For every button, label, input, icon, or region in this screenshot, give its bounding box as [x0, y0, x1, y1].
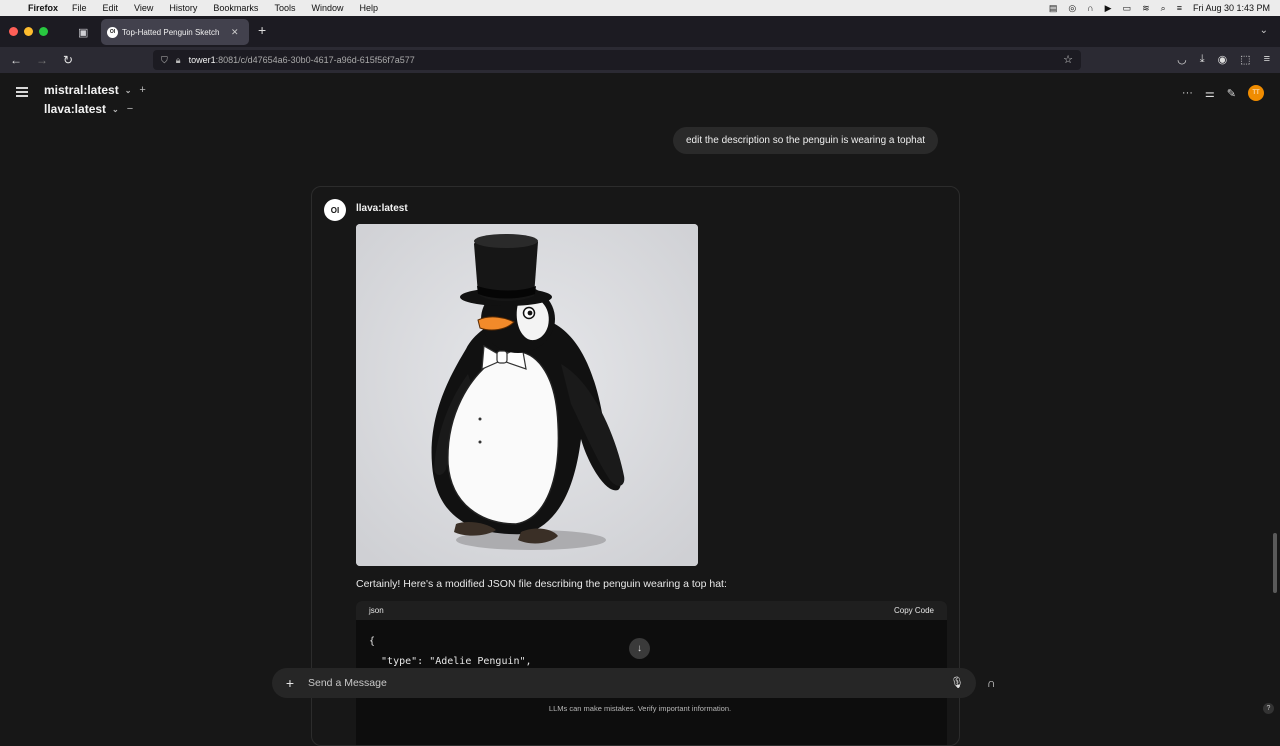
play-status-icon[interactable]: ▶ — [1105, 3, 1112, 14]
controls-sliders-icon[interactable]: ⚌ — [1205, 87, 1215, 100]
account-icon[interactable]: ◉ — [1218, 53, 1228, 66]
sidebar-status-icon[interactable]: ▤ — [1049, 3, 1058, 14]
lock-icon[interactable]: 🔒︎ — [176, 55, 181, 66]
assistant-response-card: OI llava:latest Certainly! Here's a modi… — [311, 186, 960, 746]
control-center-icon[interactable]: ≡ — [1177, 3, 1182, 13]
menu-file[interactable]: File — [72, 3, 87, 13]
menu-bookmarks[interactable]: Bookmarks — [213, 3, 258, 13]
spotlight-search-icon[interactable]: ⌕ — [1161, 3, 1166, 14]
more-options-icon[interactable]: ··· — [1182, 87, 1193, 99]
model-selector-primary[interactable]: mistral:latest ⌄ + — [44, 83, 146, 97]
copy-code-button[interactable]: Copy Code — [894, 606, 934, 615]
model-name-secondary[interactable]: llava:latest — [44, 102, 106, 116]
menubar-datetime[interactable]: Fri Aug 30 1:43 PM — [1193, 3, 1270, 13]
help-button[interactable]: ? — [1263, 703, 1274, 714]
menu-help[interactable]: Help — [359, 3, 378, 13]
remove-model-button[interactable]: − — [127, 103, 133, 115]
add-model-button[interactable]: + — [139, 84, 145, 96]
new-chat-icon[interactable]: ✎ — [1227, 87, 1236, 100]
macos-menu-bar: Firefox File Edit View History Bookmarks… — [0, 0, 1280, 16]
favicon: OI — [107, 26, 118, 38]
back-icon[interactable]: ← — [5, 53, 27, 67]
assistant-avatar: OI — [324, 199, 346, 221]
user-message-text: edit the description so the penguin is w… — [686, 135, 926, 146]
chat-app: mistral:latest ⌄ + llava:latest ⌄ − ··· … — [0, 73, 1280, 746]
assistant-response-text: Certainly! Here's a modified JSON file d… — [356, 578, 727, 590]
window-controls — [9, 27, 48, 36]
url-bar[interactable]: ⛉ 🔒︎ tower1 :8081/c/d47654a6-30b0-4617-a… — [153, 50, 1081, 70]
forward-icon[interactable]: → — [31, 53, 53, 67]
message-composer: + 🎙︎ — [272, 668, 976, 698]
headphones-status-icon[interactable]: ∩ — [1087, 3, 1093, 13]
chevron-down-icon[interactable]: ⌄ — [112, 105, 119, 114]
close-window-button[interactable] — [9, 27, 18, 36]
pocket-icon[interactable]: ◡ — [1177, 53, 1187, 66]
reload-icon[interactable]: ↻ — [57, 53, 79, 67]
close-tab-icon[interactable]: ✕ — [231, 27, 239, 38]
wifi-icon[interactable]: ≋ — [1142, 3, 1150, 14]
url-host: tower1 — [188, 55, 216, 65]
user-message-bubble: edit the description so the penguin is w… — [673, 127, 939, 154]
menu-edit[interactable]: Edit — [103, 3, 119, 13]
app-menu-icon[interactable]: ≡ — [1264, 53, 1270, 66]
assistant-model-name: llava:latest — [356, 203, 408, 214]
browser-nav-bar: ← → ↻ ⛉ 🔒︎ tower1 :8081/c/d47654a6-30b0-… — [0, 47, 1280, 73]
password-status-icon[interactable]: ◎ — [1068, 3, 1076, 14]
battery-icon[interactable]: ▭ — [1123, 3, 1132, 14]
menu-view[interactable]: View — [134, 3, 153, 13]
chevron-down-icon[interactable]: ⌄ — [125, 86, 132, 95]
model-name-primary[interactable]: mistral:latest — [44, 83, 119, 97]
voice-call-headphones-icon[interactable]: ∩ — [987, 676, 996, 690]
tab-title: Top-Hatted Penguin Sketch — [122, 27, 220, 37]
model-selector-secondary[interactable]: llava:latest ⌄ − — [44, 102, 133, 116]
tab-overview-icon[interactable]: ▣ — [78, 26, 92, 39]
page-scrollbar[interactable] — [1273, 533, 1277, 593]
disclaimer-text: LLMs can make mistakes. Verify important… — [548, 704, 732, 713]
code-line: { — [369, 636, 376, 647]
downloads-icon[interactable]: ⤓ — [1200, 53, 1205, 66]
microphone-icon[interactable]: 🎙︎ — [950, 676, 964, 689]
url-path: :8081/c/d47654a6-30b0-4617-a96d-615f56f7… — [215, 55, 415, 65]
tab-active[interactable]: OI Top-Hatted Penguin Sketch ✕ — [101, 19, 249, 45]
bookmark-star-icon[interactable]: ☆ — [1063, 53, 1073, 66]
minimize-window-button[interactable] — [24, 27, 33, 36]
new-tab-button[interactable]: + — [258, 22, 266, 38]
menu-app-name[interactable]: Firefox — [28, 3, 58, 13]
list-all-tabs-icon[interactable]: ⌄ — [1260, 25, 1268, 36]
shield-icon[interactable]: ⛉ — [161, 55, 168, 66]
zoom-window-button[interactable] — [39, 27, 48, 36]
scroll-to-bottom-button[interactable]: ↓ — [629, 638, 650, 659]
menu-history[interactable]: History — [169, 3, 197, 13]
generated-penguin-image[interactable] — [356, 224, 698, 566]
sidebar-toggle-icon[interactable] — [16, 87, 28, 99]
code-language-label: json — [369, 606, 384, 615]
browser-tab-strip: ▣ OI Top-Hatted Penguin Sketch ✕ + ⌄ — [0, 16, 1280, 47]
penguin-illustration — [356, 224, 698, 566]
menu-tools[interactable]: Tools — [274, 3, 295, 13]
message-input[interactable] — [308, 677, 908, 689]
attach-plus-icon[interactable]: + — [272, 675, 308, 691]
extensions-icon[interactable]: ⬚ — [1240, 53, 1250, 66]
menu-window[interactable]: Window — [311, 3, 343, 13]
user-avatar[interactable]: TT — [1248, 85, 1264, 101]
code-block-header: json Copy Code — [356, 601, 947, 620]
